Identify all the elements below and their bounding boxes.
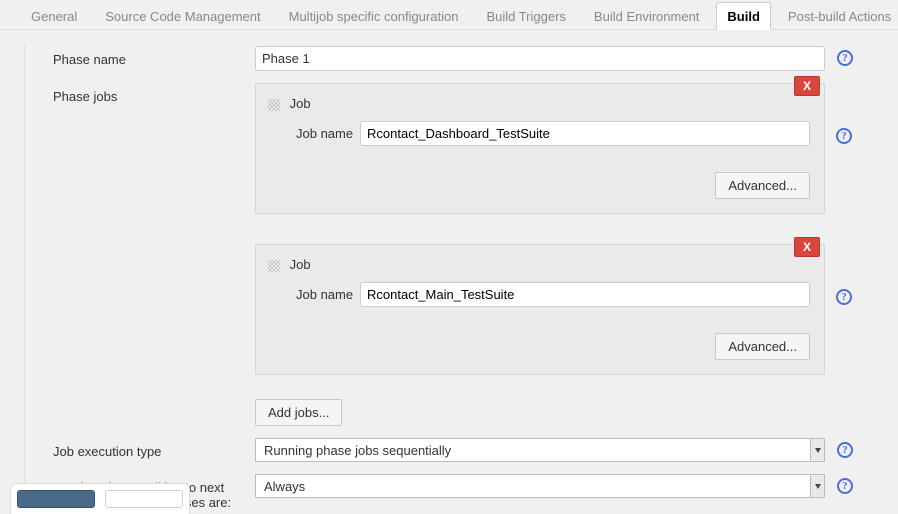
build-section: Phase name ? Phase jobs X Job	[0, 30, 898, 510]
tab-build-triggers[interactable]: Build Triggers	[475, 2, 576, 29]
drag-handle-icon[interactable]	[268, 260, 280, 272]
tab-multijob[interactable]: Multijob specific configuration	[278, 2, 470, 29]
phase-jobs-label: Phase jobs	[53, 83, 255, 104]
job-header-label: Job	[290, 257, 311, 272]
drag-handle-icon[interactable]	[268, 99, 280, 111]
advanced-button[interactable]: Advanced...	[715, 172, 810, 199]
tab-build[interactable]: Build	[716, 2, 771, 30]
job-exec-type-value: Running phase jobs sequentially	[256, 440, 810, 461]
chevron-down-icon	[810, 439, 824, 461]
job-block: X Job Job name ? Advanced...	[255, 83, 825, 214]
job-header-label: Job	[290, 96, 311, 111]
job-header: Job	[266, 253, 814, 282]
delete-job-button[interactable]: X	[794, 237, 820, 257]
phase-name-label: Phase name	[53, 46, 255, 67]
tab-post-build[interactable]: Post-build Actions	[777, 2, 898, 29]
help-icon[interactable]: ?	[836, 128, 852, 144]
tab-general[interactable]: General	[20, 2, 88, 29]
help-icon[interactable]: ?	[837, 50, 853, 66]
tab-scm[interactable]: Source Code Management	[94, 2, 271, 29]
add-jobs-button[interactable]: Add jobs...	[255, 399, 342, 426]
job-block: X Job Job name ? Advanced...	[255, 244, 825, 375]
job-name-label: Job name	[296, 126, 360, 141]
help-icon[interactable]: ?	[836, 289, 852, 305]
help-icon[interactable]: ?	[837, 478, 853, 494]
job-header: Job	[266, 92, 814, 121]
save-button[interactable]	[17, 490, 95, 508]
job-exec-type-select[interactable]: Running phase jobs sequentially	[255, 438, 825, 462]
apply-button[interactable]	[105, 490, 183, 508]
continuation-select[interactable]: Always	[255, 474, 825, 498]
phase-name-input[interactable]	[255, 46, 825, 71]
continuation-value: Always	[256, 476, 810, 497]
multijob-phase-panel: Phase name ? Phase jobs X Job	[24, 44, 874, 510]
job-exec-type-label: Job execution type	[53, 438, 255, 459]
advanced-button[interactable]: Advanced...	[715, 333, 810, 360]
job-name-input[interactable]	[360, 282, 810, 307]
footer-buttons	[10, 483, 190, 514]
phase-jobs-list: X Job Job name ? Advanced...	[255, 83, 825, 426]
job-name-input[interactable]	[360, 121, 810, 146]
help-icon[interactable]: ?	[837, 442, 853, 458]
job-name-label: Job name	[296, 287, 360, 302]
chevron-down-icon	[810, 475, 824, 497]
delete-job-button[interactable]: X	[794, 76, 820, 96]
tab-build-environment[interactable]: Build Environment	[583, 2, 711, 29]
config-tabs: General Source Code Management Multijob …	[0, 0, 898, 30]
